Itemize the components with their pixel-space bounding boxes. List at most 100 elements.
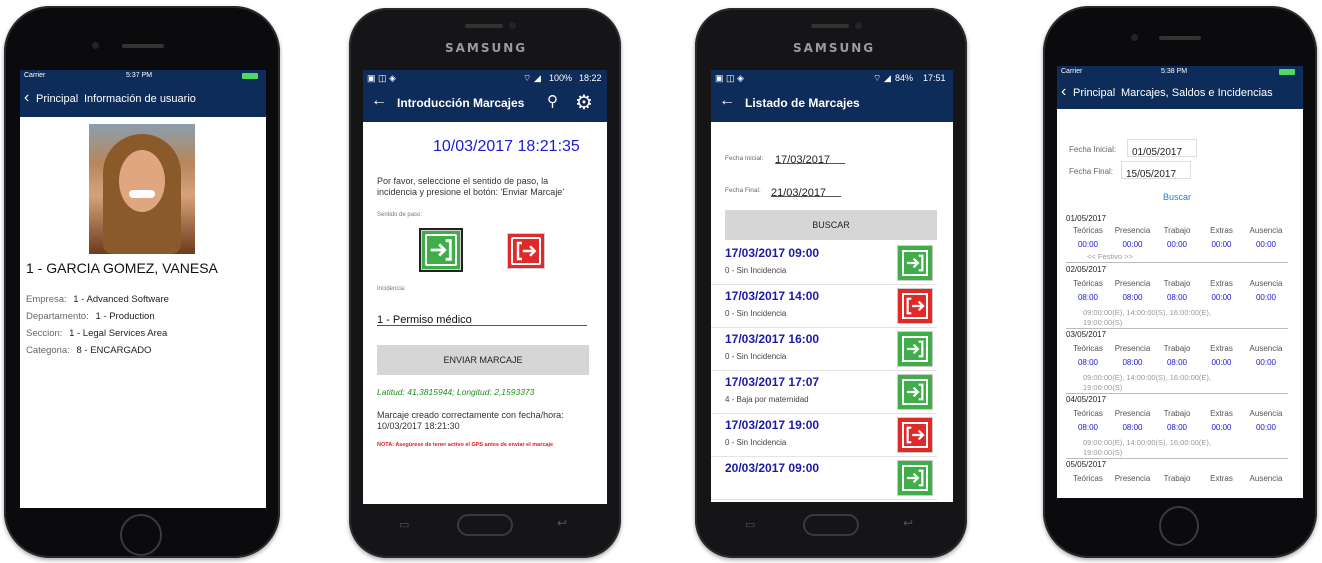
gps-coordinates: Latitud: 41,3815944; Longitud: 2,1593373 [377, 387, 535, 397]
status-bar: Carrier 5:37 PM [20, 70, 266, 83]
day-note: 09:00:00(E), 14:00:00(S), 16:00:00(E), [1083, 308, 1211, 317]
back-button[interactable]: Principal [1073, 87, 1115, 99]
current-datetime: 10/03/2017 18:21:35 [433, 138, 580, 155]
nav-title: Información de usuario [84, 93, 196, 105]
row-incidence: 0 - Sin Incidencia [725, 438, 787, 447]
list-item[interactable]: 17/03/2017 17:07 4 - Baja por maternidad [711, 371, 937, 414]
buscar-button[interactable]: BUSCAR [725, 210, 937, 240]
entrada-icon [897, 331, 933, 367]
home-button[interactable] [803, 514, 859, 536]
day-note: 09:00:00(E), 14:00:00(S), 16:00:00(E), [1083, 373, 1211, 382]
back-icon[interactable]: ↩ [903, 516, 913, 530]
back-arrow-icon[interactable]: ← [371, 92, 387, 110]
row-date: 17/03/2017 14:00 [725, 289, 820, 303]
day-values: 08:00 08:00 08:00 00:00 00:00 [1077, 423, 1277, 432]
instructions-line-2: incidencia y presione el botón: 'Enviar … [377, 187, 565, 197]
list-item[interactable]: 17/03/2017 16:00 0 - Sin Incidencia [711, 328, 937, 371]
fecha-inicial-label: Fecha Inicial: [1069, 145, 1117, 154]
back-chevron-icon[interactable]: ‹ [24, 89, 29, 107]
fecha-final-label: Fecha Final: [1069, 167, 1114, 176]
fecha-inicial-input[interactable]: 17/03/2017 [775, 150, 845, 166]
screen: ▣ ◫ ◈ ⌔ ◢ 84% 17:51 ← Listado de Marcaje… [711, 70, 953, 502]
enviar-marcaje-label: ENVIAR MARCAJE [443, 355, 523, 365]
list-item[interactable]: 17/03/2017 09:00 0 - Sin Incidencia [711, 242, 937, 285]
instructions-line-1: Por favor, seleccione el sentido de paso… [377, 176, 549, 186]
signal-icon: ⌔ ◢ [873, 73, 891, 83]
day-values: 00:00 00:00 00:00 00:00 00:00 [1077, 240, 1277, 249]
fecha-final-input[interactable]: 21/03/2017 [771, 183, 841, 199]
battery-percent: 84% [895, 73, 914, 83]
list-item[interactable]: 20/03/2017 09:00 [711, 457, 937, 500]
gps-note: NOTA: Asegúrese de tener activo el GPS a… [377, 442, 554, 448]
front-camera [1131, 34, 1138, 41]
entrada-icon [897, 374, 933, 410]
row-date: 17/03/2017 16:00 [725, 332, 820, 346]
fecha-final-input[interactable]: 15/05/2017 [1121, 161, 1191, 180]
user-photo [89, 124, 195, 254]
earpiece [465, 24, 503, 28]
result-line-1: Marcaje creado correctamente con fecha/h… [377, 410, 564, 420]
day-note: 09:00:00(E), 14:00:00(S), 16:00:00(E), [1083, 438, 1211, 447]
row-incidence: 4 - Baja por maternidad [725, 395, 809, 404]
nav-title: Marcajes, Saldos e Incidencias [1121, 87, 1273, 99]
toolbar: ← Listado de Marcajes [711, 86, 953, 122]
front-camera [509, 22, 516, 29]
phone-user-info: Carrier 5:37 PM ‹ Principal Información … [4, 6, 280, 558]
signal-icon: ⌔ ◢ [523, 73, 541, 83]
back-button[interactable]: Principal [36, 93, 78, 105]
incidencia-select[interactable]: 1 - Permiso médico [377, 310, 587, 326]
battery-icon [242, 73, 258, 79]
brand-logo: SAMSUNG [445, 41, 528, 55]
earpiece [1159, 36, 1201, 40]
gear-icon[interactable]: ⚙ [575, 90, 593, 115]
field-empresa: Empresa: 1 - Advanced Software [26, 294, 169, 305]
front-camera [855, 22, 862, 29]
location-user-icon[interactable]: ⚲ [547, 92, 558, 110]
phone-listado-marcajes: SAMSUNG ▣ ◫ ◈ ⌔ ◢ 84% 17:51 ← Listado de… [695, 8, 967, 558]
entrada-button[interactable] [421, 230, 461, 270]
day-note: 19:00:00(S) [1083, 448, 1123, 457]
screen: Carrier 5:38 PM ‹ Principal Marcajes, Sa… [1057, 66, 1303, 498]
back-chevron-icon[interactable]: ‹ [1061, 83, 1066, 101]
row-incidence: 0 - Sin Incidencia [725, 352, 787, 361]
buscar-link[interactable]: Buscar [1163, 192, 1191, 202]
back-icon[interactable]: ↩ [557, 516, 567, 530]
toolbar-title: Introducción Marcajes [397, 96, 525, 110]
day-values: 08:00 08:00 08:00 00:00 00:00 [1077, 293, 1277, 302]
row-date: 20/03/2017 09:00 [725, 461, 820, 475]
day-columns: Teóricas Presencia Trabajo Extras Ausencia [1073, 226, 1283, 235]
nav-bar: ‹ Principal Marcajes, Saldos e Incidenci… [1057, 79, 1303, 109]
row-incidence: 0 - Sin Incidencia [725, 266, 787, 275]
fecha-inicial-value: 01/05/2017 [1132, 147, 1183, 158]
day-date: 03/05/2017 [1066, 330, 1107, 339]
incidencia-value: 1 - Permiso médico [377, 314, 472, 326]
status-bar: ▣ ◫ ◈ ⌔ ◢ 84% 17:51 [711, 70, 953, 86]
list-item[interactable]: 17/03/2017 14:00 0 - Sin Incidencia [711, 285, 937, 328]
row-date: 17/03/2017 19:00 [725, 418, 820, 432]
screen: Carrier 5:37 PM ‹ Principal Información … [20, 70, 266, 508]
entrada-icon [897, 460, 933, 496]
enviar-marcaje-button[interactable]: ENVIAR MARCAJE [377, 345, 589, 375]
back-arrow-icon[interactable]: ← [719, 92, 735, 110]
recent-apps-icon[interactable]: ▭ [745, 518, 755, 531]
day-date: 05/05/2017 [1066, 460, 1107, 469]
enter-icon [425, 234, 457, 266]
fecha-inicial-input[interactable]: 01/05/2017 [1127, 139, 1197, 158]
day-values: 08:00 08:00 08:00 00:00 00:00 [1077, 358, 1277, 367]
home-button[interactable] [120, 514, 162, 556]
home-button[interactable] [457, 514, 513, 536]
toolbar: ← Introducción Marcajes ⚲ ⚙ [363, 86, 607, 122]
fecha-final-value: 21/03/2017 [771, 187, 827, 199]
clock: 5:37 PM [126, 72, 153, 79]
list-item[interactable]: 17/03/2017 19:00 0 - Sin Incidencia [711, 414, 937, 457]
clock: 17:51 [923, 73, 946, 83]
clock: 18:22 [579, 73, 602, 83]
day-columns: Teóricas Presencia Trabajo Extras Ausencia [1073, 474, 1283, 483]
home-button[interactable] [1159, 506, 1199, 546]
recent-apps-icon[interactable]: ▭ [399, 518, 409, 531]
day-columns: Teóricas Presencia Trabajo Extras Ausencia [1073, 279, 1283, 288]
salida-button[interactable] [507, 233, 545, 269]
field-seccion: Seccion: 1 - Legal Services Area [26, 328, 168, 339]
notification-icons: ▣ ◫ ◈ [367, 73, 396, 83]
user-name: 1 - GARCIA GOMEZ, VANESA [26, 260, 218, 276]
